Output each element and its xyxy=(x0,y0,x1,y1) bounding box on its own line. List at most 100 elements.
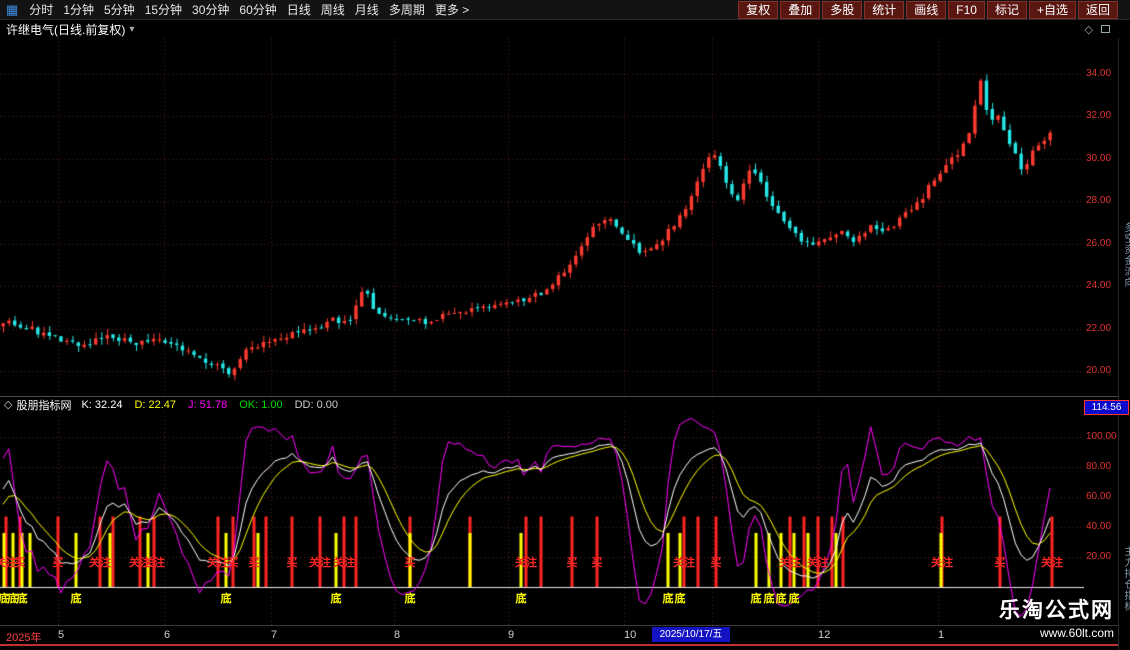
action-button-4[interactable]: 画线 xyxy=(906,1,946,19)
price-axis-label: 34.00 xyxy=(1086,68,1118,79)
action-button-7[interactable]: +自选 xyxy=(1029,1,1076,19)
diamond-icon[interactable]: ◇ xyxy=(1085,23,1093,36)
bottom-signal-label: 底 xyxy=(331,590,342,606)
indicator-field-4: DD: 0.00 xyxy=(295,399,338,411)
period-item-2[interactable]: 5分钟 xyxy=(99,0,140,20)
indicator-max-value: 114.56 xyxy=(1084,400,1129,415)
buy-signal-label: 买 xyxy=(405,554,416,570)
price-axis-label: 26.00 xyxy=(1086,238,1118,249)
watermark-site-name: 乐淘公式网 xyxy=(999,594,1114,624)
buy-signal-label: 关注 xyxy=(779,554,801,570)
price-axis-label: 32.00 xyxy=(1086,110,1118,121)
indicator-panel: 100.0080.0060.0040.0020.00 关注买买关注关注关注关注买… xyxy=(0,412,1118,625)
period-item-5[interactable]: 60分钟 xyxy=(234,0,281,20)
buy-signal-label: 买 xyxy=(995,554,1006,570)
buy-signal-label: 买 xyxy=(228,554,239,570)
indicator-axis-label: 40.00 xyxy=(1086,521,1118,532)
time-axis-label[interactable]: 7 xyxy=(271,629,277,641)
window-bottom-border xyxy=(0,644,1130,650)
time-axis-label[interactable]: 8 xyxy=(394,629,400,641)
buy-signal-label: 关注 xyxy=(207,554,229,570)
indicator-field-3: OK: 1.00 xyxy=(239,399,282,411)
bottom-signal-label: 底 xyxy=(663,590,674,606)
indicator-axis-label: 60.00 xyxy=(1086,491,1118,502)
bottom-signal-label: 底 xyxy=(71,590,82,606)
indicator-header: ◇ 股朋指标网 K: 32.24 D: 22.47 J: 51.78 OK: 1.00… xyxy=(0,396,1118,412)
app-icon[interactable]: ▦ xyxy=(6,0,18,20)
period-item-0[interactable]: 分时 xyxy=(24,0,58,20)
action-button-6[interactable]: 标记 xyxy=(987,1,1027,19)
main-chart: 34.0032.0030.0028.0026.0024.0022.0020.00 xyxy=(0,38,1118,396)
buy-signal-label: 买 xyxy=(592,554,603,570)
time-axis-label[interactable]: 1 xyxy=(938,629,944,641)
side-strip-label[interactable]: 主力持仓指标 xyxy=(1120,546,1130,612)
action-menu: 复权叠加多股统计画线F10标记+自选返回 xyxy=(738,1,1130,19)
period-item-10[interactable]: 更多 > xyxy=(430,0,474,20)
tdx-window: ▦ 分时1分钟5分钟15分钟30分钟60分钟日线周线月线多周期更多 > 复权叠加… xyxy=(0,0,1130,650)
action-button-0[interactable]: 复权 xyxy=(738,1,778,19)
indicator-axis-label: 80.00 xyxy=(1086,461,1118,472)
period-item-1[interactable]: 1分钟 xyxy=(58,0,99,20)
time-axis-label[interactable]: 12 xyxy=(818,629,830,641)
time-axis-label[interactable]: 2025年 xyxy=(6,629,41,645)
right-side-strip: 多空资金流向 主力持仓指标 xyxy=(1118,38,1130,650)
action-button-5[interactable]: F10 xyxy=(948,1,985,19)
bottom-signal-label: 底 xyxy=(751,590,762,606)
buy-signal-label: 关注 xyxy=(143,554,165,570)
bottom-signal-label: 底 xyxy=(17,590,28,606)
bottom-signal-label: 底 xyxy=(776,590,787,606)
watermark: 乐淘公式网 www.60lt.com xyxy=(999,594,1114,640)
period-item-9[interactable]: 多周期 xyxy=(384,0,430,20)
candlestick-canvas[interactable] xyxy=(0,38,1084,396)
indicator-axis-label: 100.00 xyxy=(1086,431,1118,442)
indicator-values: K: 32.24 D: 22.47 J: 51.78 OK: 1.00 DD: 0.00 xyxy=(81,399,338,411)
indicator-field-2: J: 51.78 xyxy=(188,399,227,411)
price-axis-label: 22.00 xyxy=(1086,323,1118,334)
buy-signal-label: 关注 xyxy=(89,554,111,570)
bottom-signal-label: 底 xyxy=(764,590,775,606)
action-button-2[interactable]: 多股 xyxy=(822,1,862,19)
action-button-8[interactable]: 返回 xyxy=(1078,1,1118,19)
chevron-down-icon[interactable]: ▾ xyxy=(129,24,134,35)
indicator-field-1: D: 22.47 xyxy=(134,399,176,411)
time-axis: 2025年 5 6 7 8 9 10 12 1 2025/10/17/五 xyxy=(0,625,1118,644)
indicator-axis-label: 20.00 xyxy=(1086,551,1118,562)
period-item-8[interactable]: 月线 xyxy=(350,0,384,20)
period-menu: 分时1分钟5分钟15分钟30分钟60分钟日线周线月线多周期更多 > xyxy=(24,0,474,20)
time-axis-label[interactable]: 10 xyxy=(624,629,636,641)
selected-date-box[interactable]: 2025/10/17/五 xyxy=(652,627,730,642)
watermark-url: www.60lt.com xyxy=(999,626,1114,640)
price-axis-label: 24.00 xyxy=(1086,280,1118,291)
time-axis-label[interactable]: 5 xyxy=(58,629,64,641)
buy-signal-label: 买 xyxy=(249,554,260,570)
kdj-canvas[interactable] xyxy=(0,412,1084,625)
bottom-signal-label: 底 xyxy=(221,590,232,606)
buy-signal-label: 关注 xyxy=(1041,554,1063,570)
toolbar: ▦ 分时1分钟5分钟15分钟30分钟60分钟日线周线月线多周期更多 > 复权叠加… xyxy=(0,0,1130,20)
action-button-3[interactable]: 统计 xyxy=(864,1,904,19)
side-strip-label[interactable]: 多空资金流向 xyxy=(1120,222,1130,288)
buy-signal-label: 买 xyxy=(53,554,64,570)
period-item-6[interactable]: 日线 xyxy=(282,0,316,20)
buy-signal-label: 关注 xyxy=(515,554,537,570)
indicator-name[interactable]: 股朋指标网 xyxy=(16,397,71,413)
title-bar: 许继电气(日线.前复权) ▾ ◇ xyxy=(0,20,1118,38)
indicator-field-0: K: 32.24 xyxy=(81,399,122,411)
buy-signal-label: 关注 xyxy=(309,554,331,570)
symbol-title[interactable]: 许继电气(日线.前复权) xyxy=(6,21,125,38)
period-item-3[interactable]: 15分钟 xyxy=(140,0,187,20)
period-item-7[interactable]: 周线 xyxy=(316,0,350,20)
buy-signal-label: 买 xyxy=(15,554,26,570)
time-axis-label[interactable]: 6 xyxy=(164,629,170,641)
window-icon[interactable] xyxy=(1101,25,1110,33)
action-button-1[interactable]: 叠加 xyxy=(780,1,820,19)
period-item-4[interactable]: 30分钟 xyxy=(187,0,234,20)
time-axis-label[interactable]: 9 xyxy=(508,629,514,641)
indicator-collapse-icon[interactable]: ◇ xyxy=(4,398,12,411)
buy-signal-label: 关注 xyxy=(333,554,355,570)
buy-signal-label: 关注 xyxy=(673,554,695,570)
bottom-signal-label: 底 xyxy=(789,590,800,606)
buy-signal-label: 关注 xyxy=(931,554,953,570)
bottom-signal-label: 底 xyxy=(675,590,686,606)
price-axis-label: 30.00 xyxy=(1086,153,1118,164)
